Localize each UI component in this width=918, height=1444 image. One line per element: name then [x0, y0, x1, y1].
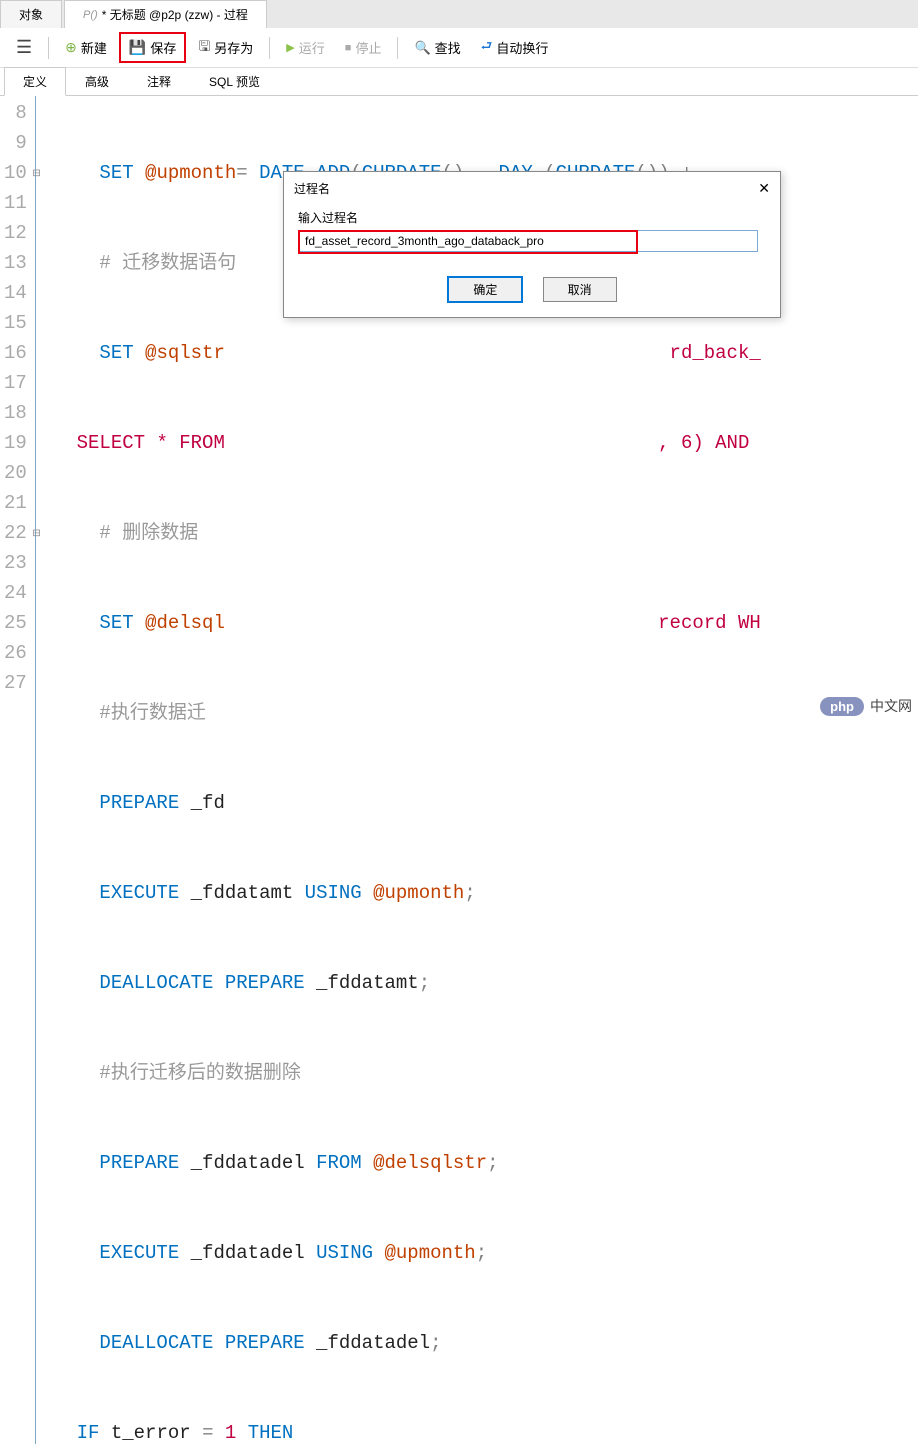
dialog-titlebar: 过程名 ✕ [284, 172, 780, 205]
procedure-icon: P() [83, 9, 98, 21]
button-label: 新建 [81, 38, 107, 57]
stop-button: ■ 停止 [337, 34, 390, 61]
save-as-icon: 🖫 [198, 36, 210, 60]
save-button[interactable]: 💾 保存 [119, 32, 186, 63]
button-label: 另存为 [214, 38, 253, 57]
input-label: 输入过程名 [298, 209, 766, 226]
floppy-disk-icon: 💾 [129, 39, 146, 56]
wrap-icon: ⮐ [481, 37, 493, 59]
button-label: 自动换行 [496, 38, 548, 57]
php-badge: php [820, 697, 864, 716]
procedure-name-dialog: 过程名 ✕ 输入过程名 确定 取消 [283, 171, 781, 318]
plus-circle-icon: ⊕ [65, 39, 77, 56]
save-as-button[interactable]: 🖫 另存为 [190, 32, 261, 64]
button-label: 运行 [299, 38, 325, 57]
tab-define[interactable]: 定义 [4, 67, 66, 96]
watermark: php 中文网 [820, 696, 912, 716]
separator [48, 37, 49, 59]
hamburger-icon[interactable]: ☰ [8, 35, 40, 60]
dialog-buttons: 确定 取消 [284, 266, 780, 317]
line-gutter: 8 9 10⊟ 11 12 13 14 15 16 17 18 19 20 21… [0, 96, 36, 1444]
find-button[interactable]: 🔍 查找 [406, 34, 468, 61]
tab-procedure[interactable]: P() * 无标题 @p2p (zzw) - 过程 [64, 0, 267, 28]
ok-button[interactable]: 确定 [447, 276, 523, 303]
tab-sql-preview[interactable]: SQL 预览 [190, 67, 279, 95]
play-icon: ▶ [286, 41, 294, 54]
section-tabs: 定义 高级 注释 SQL 预览 [0, 68, 918, 96]
main-toolbar: ☰ ⊕ 新建 💾 保存 🖫 另存为 ▶ 运行 ■ 停止 🔍 查找 ⮐ 自动换行 [0, 28, 918, 68]
watermark-text: 中文网 [870, 696, 912, 716]
magnifier-icon: 🔍 [414, 40, 430, 56]
tab-comment[interactable]: 注释 [128, 67, 190, 95]
close-icon[interactable]: ✕ [758, 180, 770, 197]
button-label: 查找 [435, 38, 461, 57]
cancel-button[interactable]: 取消 [543, 277, 617, 302]
procedure-name-input[interactable] [298, 230, 758, 252]
dialog-body: 输入过程名 [284, 205, 780, 266]
document-tabs: 对象 P() * 无标题 @p2p (zzw) - 过程 [0, 0, 918, 28]
tab-advanced[interactable]: 高级 [66, 67, 128, 95]
tab-label: 对象 [19, 6, 43, 23]
new-button[interactable]: ⊕ 新建 [57, 34, 115, 61]
word-wrap-button[interactable]: ⮐ 自动换行 [473, 33, 557, 63]
separator [397, 37, 398, 59]
dialog-title-text: 过程名 [294, 180, 330, 197]
button-label: 停止 [355, 38, 381, 57]
separator [269, 37, 270, 59]
button-label: 保存 [150, 38, 176, 57]
run-button[interactable]: ▶ 运行 [278, 34, 332, 61]
tab-label: * 无标题 @p2p (zzw) - 过程 [102, 6, 248, 23]
stop-icon: ■ [345, 42, 352, 54]
tab-objects[interactable]: 对象 [0, 0, 62, 28]
